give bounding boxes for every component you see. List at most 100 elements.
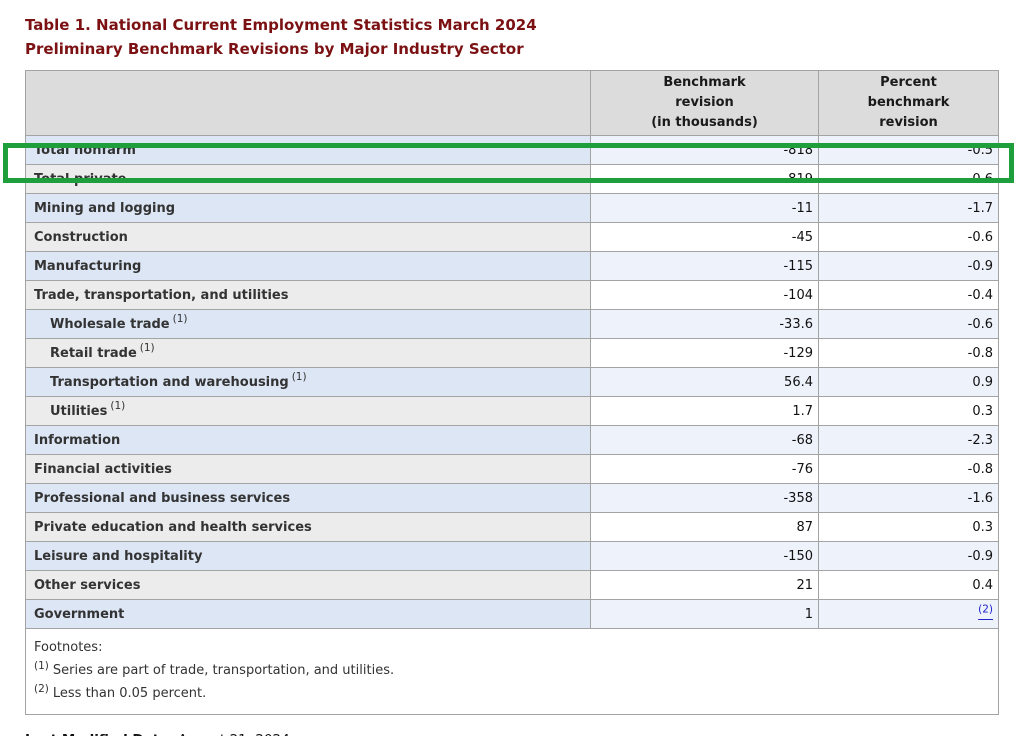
industry-label-cell: Other services	[26, 571, 591, 600]
footnotes-list: (1)Series are part of trade, transportat…	[34, 659, 988, 705]
table-row: Retail trade(1) -129 -0.8	[26, 339, 999, 368]
page-title-line1: Table 1. National Current Employment Sta…	[25, 13, 1021, 37]
row-label-text: Total private	[34, 172, 127, 187]
benchmark-revisions-table: Benchmark revision (in thousands) Percen…	[25, 70, 999, 715]
table-row: Wholesale trade(1) -33.6 -0.6	[26, 310, 999, 339]
benchmark-revision-cell: -11	[591, 194, 819, 223]
industry-label-cell: Government	[26, 600, 591, 629]
percent-revision-cell: -0.8	[819, 339, 999, 368]
benchmark-revision-cell: -33.6	[591, 310, 819, 339]
industry-label-cell: Private education and health services	[26, 513, 591, 542]
benchmark-revision-cell: -115	[591, 252, 819, 281]
percent-revision-cell: -0.6	[819, 165, 999, 194]
benchmark-revision-cell: 21	[591, 571, 819, 600]
industry-label-cell: Construction	[26, 223, 591, 252]
table-row: Manufacturing -115 -0.9	[26, 252, 999, 281]
row-label-text: Construction	[34, 230, 128, 245]
industry-label-cell: Financial activities	[26, 455, 591, 484]
benchmark-revision-cell: -129	[591, 339, 819, 368]
last-modified-value: August 21, 2024	[178, 732, 290, 736]
percent-revision-cell: (2)	[819, 600, 999, 629]
industry-label-cell: Mining and logging	[26, 194, 591, 223]
industry-label-cell: Total private	[26, 165, 591, 194]
row-label-text: Manufacturing	[34, 259, 141, 274]
percent-revision-cell: -2.3	[819, 426, 999, 455]
benchmark-revision-cell: -819	[591, 165, 819, 194]
industry-label-cell: Professional and business services	[26, 484, 591, 513]
row-label-text: Mining and logging	[34, 201, 175, 216]
percent-revision-cell: -0.6	[819, 223, 999, 252]
row-footnote-marker: (1)	[173, 313, 188, 325]
percent-revision-cell: 0.3	[819, 397, 999, 426]
footnote-item: (2)Less than 0.05 percent.	[34, 682, 988, 705]
industry-label-cell: Total nonfarm	[26, 136, 591, 165]
row-footnote-marker: (1)	[110, 400, 125, 412]
footnotes-heading: Footnotes:	[34, 636, 988, 659]
table-rows: Total nonfarm -818 -0.5 Total private -8…	[26, 136, 999, 629]
benchmark-revision-cell: -150	[591, 542, 819, 571]
benchmark-revision-cell: 1.7	[591, 397, 819, 426]
percent-revision-cell: -1.7	[819, 194, 999, 223]
last-modified: Last Modified Date: August 21, 2024	[25, 732, 1021, 736]
percent-revision-cell: -0.4	[819, 281, 999, 310]
row-label-text: Leisure and hospitality	[34, 549, 202, 564]
table-row: Construction -45 -0.6	[26, 223, 999, 252]
industry-label-cell: Manufacturing	[26, 252, 591, 281]
benchmark-revision-cell: 56.4	[591, 368, 819, 397]
row-footnote-marker: (1)	[140, 342, 155, 354]
table-row: Other services 21 0.4	[26, 571, 999, 600]
table-row: Utilities(1) 1.7 0.3	[26, 397, 999, 426]
percent-revision-cell: -0.5	[819, 136, 999, 165]
industry-label-cell: Utilities(1)	[26, 397, 591, 426]
row-label-text: Other services	[34, 578, 140, 593]
table-row: Total private -819 -0.6	[26, 165, 999, 194]
header-industry	[26, 71, 591, 136]
last-modified-label: Last Modified Date:	[25, 732, 174, 736]
header-row: Benchmark revision (in thousands) Percen…	[26, 71, 999, 136]
percent-revision-cell: -0.8	[819, 455, 999, 484]
percent-revision-cell: -1.6	[819, 484, 999, 513]
row-label-text: Private education and health services	[34, 520, 312, 535]
industry-label-cell: Transportation and warehousing(1)	[26, 368, 591, 397]
table-row: Transportation and warehousing(1) 56.4 0…	[26, 368, 999, 397]
table-row: Professional and business services -358 …	[26, 484, 999, 513]
row-label-text: Utilities	[50, 404, 107, 419]
footnotes-row: Footnotes: (1)Series are part of trade, …	[26, 629, 999, 715]
industry-label-cell: Information	[26, 426, 591, 455]
benchmark-revision-cell: -104	[591, 281, 819, 310]
table-row: Total nonfarm -818 -0.5	[26, 136, 999, 165]
row-footnote-marker: (1)	[292, 371, 307, 383]
footnote-2-link[interactable]: (2)	[978, 607, 993, 622]
footnotes-section: Footnotes: (1)Series are part of trade, …	[26, 629, 999, 715]
row-label-text: Information	[34, 433, 120, 448]
percent-revision-cell: -0.6	[819, 310, 999, 339]
page-title-line2: Preliminary Benchmark Revisions by Major…	[25, 37, 1021, 61]
header-benchmark-revision: Benchmark revision (in thousands)	[591, 71, 819, 136]
row-label-text: Wholesale trade	[50, 317, 170, 332]
benchmark-revision-cell: -818	[591, 136, 819, 165]
table-row: Government 1 (2)	[26, 600, 999, 629]
row-label-text: Professional and business services	[34, 491, 290, 506]
benchmark-revision-cell: -68	[591, 426, 819, 455]
row-label-text: Trade, transportation, and utilities	[34, 288, 288, 303]
industry-label-cell: Trade, transportation, and utilities	[26, 281, 591, 310]
footnote-item: (1)Series are part of trade, transportat…	[34, 659, 988, 682]
row-label-text: Transportation and warehousing	[50, 375, 289, 390]
table-row: Private education and health services 87…	[26, 513, 999, 542]
table-row: Information -68 -2.3	[26, 426, 999, 455]
percent-revision-cell: 0.3	[819, 513, 999, 542]
percent-revision-cell: -0.9	[819, 252, 999, 281]
benchmark-revision-cell: -358	[591, 484, 819, 513]
percent-revision-cell: -0.9	[819, 542, 999, 571]
row-label-text: Financial activities	[34, 462, 172, 477]
percent-revision-cell: 0.4	[819, 571, 999, 600]
table-row: Trade, transportation, and utilities -10…	[26, 281, 999, 310]
table-row: Leisure and hospitality -150 -0.9	[26, 542, 999, 571]
header-percent-benchmark-revision: Percent benchmark revision	[819, 71, 999, 136]
page-title: Table 1. National Current Employment Sta…	[25, 13, 1021, 61]
benchmark-revision-cell: -45	[591, 223, 819, 252]
table-row: Financial activities -76 -0.8	[26, 455, 999, 484]
row-label-text: Retail trade	[50, 346, 137, 361]
industry-label-cell: Leisure and hospitality	[26, 542, 591, 571]
benchmark-revision-cell: 87	[591, 513, 819, 542]
